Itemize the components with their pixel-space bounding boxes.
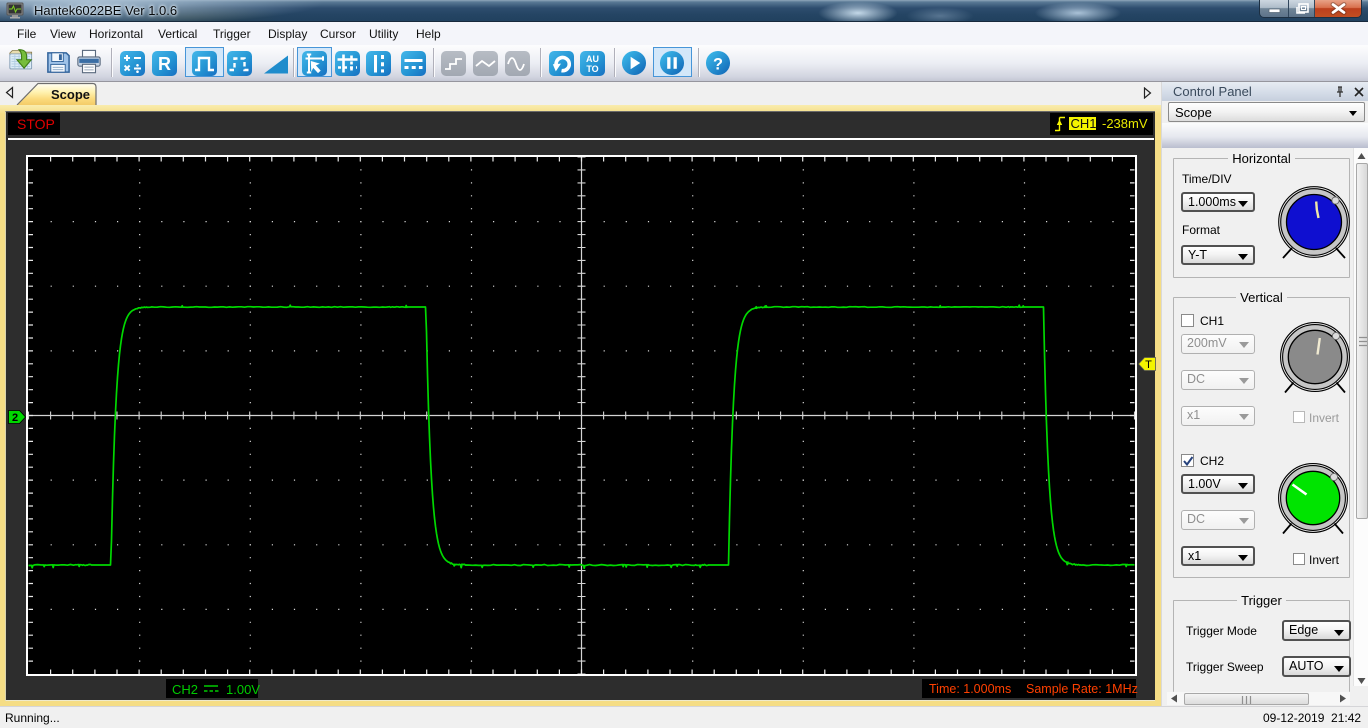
svg-text:TO: TO xyxy=(586,64,598,74)
svg-text:?: ? xyxy=(713,55,723,73)
svg-text:R: R xyxy=(158,54,171,74)
svg-text:2: 2 xyxy=(12,412,18,424)
svg-text:T: T xyxy=(1145,359,1152,371)
svg-text:AU: AU xyxy=(586,54,599,64)
